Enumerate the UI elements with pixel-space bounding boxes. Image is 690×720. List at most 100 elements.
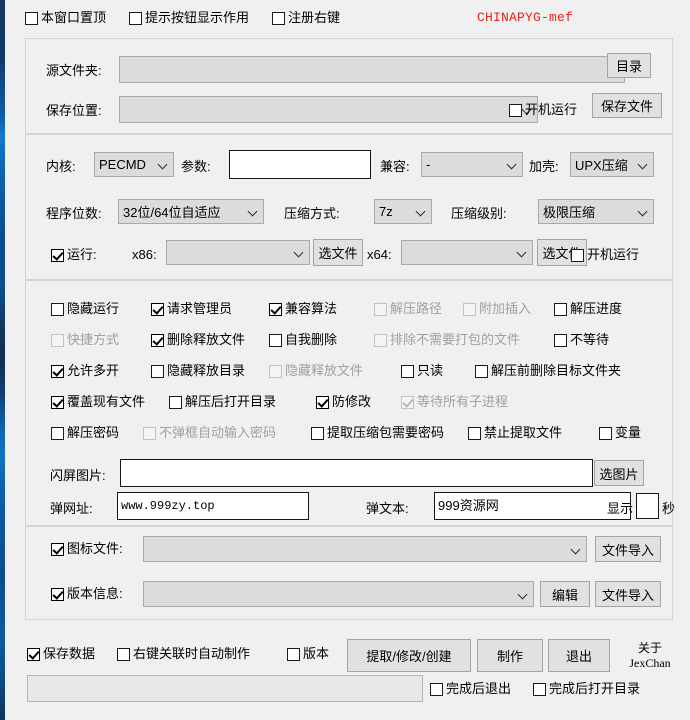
compress-mode-combo[interactable]: 7z <box>374 199 432 224</box>
chevron-down-icon[interactable] <box>416 206 427 217</box>
option-hide-run[interactable]: 隐藏运行 <box>51 302 119 316</box>
option-delete-target-dir-before-extract[interactable]: 解压前删除目标文件夹 <box>475 364 621 378</box>
option-read-only[interactable]: 只读 <box>401 364 443 378</box>
option-compat-algorithm[interactable]: 兼容算法 <box>269 302 337 316</box>
x86-pick-file-button[interactable]: 选文件 <box>313 239 363 266</box>
chevron-down-icon[interactable] <box>248 206 259 217</box>
checkbox-startup-run-engine[interactable]: 开机运行 <box>571 248 639 262</box>
checkbox-run-exe[interactable]: 运行: <box>51 248 97 262</box>
popup-url-input[interactable]: www.999zy.top <box>117 492 309 520</box>
save-file-button[interactable]: 保存文件 <box>592 93 662 118</box>
extract-modify-create-button[interactable]: 提取/修改/创建 <box>347 639 471 672</box>
checkbox-box[interactable] <box>51 395 64 409</box>
option-archive-requires-password[interactable]: 提取压缩包需要密码 <box>311 426 444 440</box>
checkbox-box[interactable] <box>51 248 64 262</box>
checkbox-save-data[interactable]: 保存数据 <box>27 647 95 661</box>
checkbox-box[interactable] <box>117 647 130 661</box>
option-request-admin[interactable]: 请求管理员 <box>151 302 232 316</box>
option-open-dir-after-extract[interactable]: 解压后打开目录 <box>169 395 276 409</box>
option-allow-multi-instance[interactable]: 允许多开 <box>51 364 119 378</box>
checkbox-box[interactable] <box>599 426 612 440</box>
checkbox-box[interactable] <box>533 682 546 696</box>
checkbox-box[interactable] <box>287 647 300 661</box>
build-button[interactable]: 制作 <box>477 639 543 672</box>
icon-file-import-button[interactable]: 文件导入 <box>595 536 661 562</box>
compat-combo[interactable]: - <box>421 152 523 177</box>
source-folder-combo[interactable] <box>119 56 625 83</box>
checkbox-register-context-menu[interactable]: 注册右键 <box>272 11 340 25</box>
checkbox-box[interactable] <box>571 248 584 262</box>
checkbox-box[interactable] <box>151 302 164 316</box>
checkbox-box[interactable] <box>311 426 324 440</box>
checkbox-startup-run-save[interactable]: 开机运行 <box>509 103 577 117</box>
chevron-down-icon[interactable] <box>507 159 518 170</box>
checkbox-box[interactable] <box>316 395 329 409</box>
checkbox-box[interactable] <box>169 395 182 409</box>
chevron-down-icon[interactable] <box>517 247 528 258</box>
checkbox-box[interactable] <box>51 364 64 378</box>
option-forbid-extract-files[interactable]: 禁止提取文件 <box>468 426 562 440</box>
option-no-wait[interactable]: 不等待 <box>554 333 609 347</box>
version-info-combo[interactable] <box>143 581 534 607</box>
version-info-import-button[interactable]: 文件导入 <box>595 581 661 607</box>
option-extract-password[interactable]: 解压密码 <box>51 426 119 440</box>
params-input[interactable] <box>229 150 371 179</box>
checkbox-version[interactable]: 版本 <box>287 647 329 661</box>
checkbox-box[interactable] <box>475 364 488 378</box>
checkbox-auto-build-on-context-menu[interactable]: 右键关联时自动制作 <box>117 647 250 661</box>
checkbox-box[interactable] <box>554 302 567 316</box>
option-anti-modify[interactable]: 防修改 <box>316 395 371 409</box>
checkbox-box[interactable] <box>509 103 522 117</box>
checkbox-version-info[interactable]: 版本信息: <box>51 587 123 601</box>
option-extract-progress[interactable]: 解压进度 <box>554 302 622 316</box>
about-link[interactable]: 关于 JexChan <box>613 641 687 671</box>
program-bits-combo[interactable]: 32位/64位自适应 <box>118 199 264 224</box>
x86-combo[interactable] <box>166 240 310 265</box>
icon-file-combo[interactable] <box>143 536 587 562</box>
version-info-edit-button[interactable]: 编辑 <box>540 581 590 607</box>
checkbox-box[interactable] <box>269 333 282 347</box>
option-overwrite-existing-files[interactable]: 覆盖现有文件 <box>51 395 145 409</box>
exit-button[interactable]: 退出 <box>548 639 610 672</box>
checkbox-box[interactable] <box>51 587 64 601</box>
browse-directory-button[interactable]: 目录 <box>607 53 651 78</box>
option-variable[interactable]: 变量 <box>599 426 641 440</box>
chevron-down-icon[interactable] <box>158 159 169 170</box>
chevron-down-icon[interactable] <box>518 589 529 600</box>
compress-level-combo[interactable]: 极限压缩 <box>538 199 654 224</box>
checkbox-box[interactable] <box>51 426 64 440</box>
checkbox-icon-file[interactable]: 图标文件: <box>51 542 123 556</box>
checkbox-box[interactable] <box>151 333 164 347</box>
checkbox-always-on-top[interactable]: 本窗口置顶 <box>25 11 106 25</box>
show-seconds-input[interactable] <box>636 493 659 519</box>
checkbox-show-button-tips[interactable]: 提示按钮显示作用 <box>129 11 249 25</box>
checkbox-box[interactable] <box>269 302 282 316</box>
checkbox-box[interactable] <box>151 364 164 378</box>
checkbox-open-dir-after-done[interactable]: 完成后打开目录 <box>533 682 640 696</box>
checkbox-box[interactable] <box>51 542 64 556</box>
splash-image-input[interactable] <box>120 459 593 487</box>
chevron-down-icon[interactable] <box>571 544 582 555</box>
x64-combo[interactable] <box>401 240 533 265</box>
checkbox-exit-after-done[interactable]: 完成后退出 <box>430 682 511 696</box>
checkbox-box[interactable] <box>554 333 567 347</box>
splash-pick-image-button[interactable]: 选图片 <box>594 460 644 486</box>
chevron-down-icon[interactable] <box>638 206 649 217</box>
kernel-combo[interactable]: PECMD <box>94 152 174 177</box>
chevron-down-icon[interactable] <box>294 247 305 258</box>
chevron-down-icon[interactable] <box>638 159 649 170</box>
save-location-combo[interactable] <box>119 96 538 123</box>
shell-combo[interactable]: UPX压缩 <box>570 152 654 177</box>
checkbox-box[interactable] <box>27 647 40 661</box>
checkbox-box[interactable] <box>430 682 443 696</box>
option-delete-released-files[interactable]: 删除释放文件 <box>151 333 245 347</box>
option-hide-release-dir[interactable]: 隐藏释放目录 <box>151 364 245 378</box>
checkbox-box[interactable] <box>401 364 414 378</box>
checkbox-box[interactable] <box>272 11 285 25</box>
checkbox-box[interactable] <box>468 426 481 440</box>
checkbox-box[interactable] <box>129 11 142 25</box>
popup-text-input[interactable]: 999资源网 <box>434 492 631 520</box>
option-self-delete[interactable]: 自我删除 <box>269 333 337 347</box>
checkbox-box[interactable] <box>25 11 38 25</box>
checkbox-box[interactable] <box>51 302 64 316</box>
